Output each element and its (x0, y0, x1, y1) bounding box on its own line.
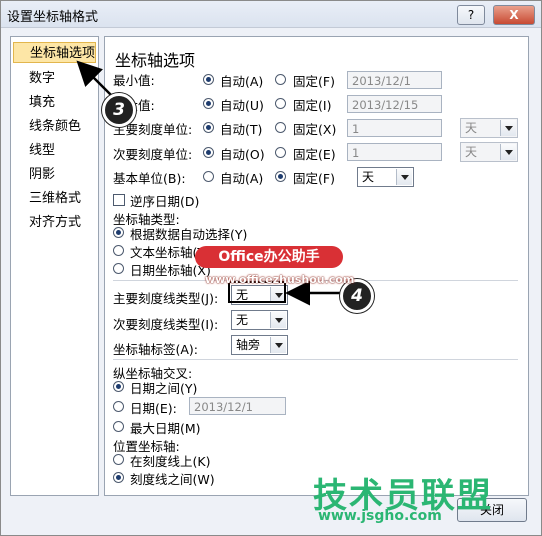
cross-between-dates-radio[interactable] (113, 381, 124, 392)
min-auto-radio[interactable] (203, 74, 214, 85)
category-list: 坐标轴选项 数字 填充 线条颜色 线型 阴影 三维格式 对齐方式 (10, 36, 99, 496)
chevron-down-icon (270, 312, 286, 328)
title-bar: 设置坐标轴格式 ? X (1, 1, 541, 28)
base-unit-auto-label: 自动(A) (220, 171, 264, 186)
nav-fill[interactable]: 填充 (13, 92, 96, 113)
position-between-ticks-label: 刻度线之间(W) (130, 472, 215, 487)
nav-3d-format[interactable]: 三维格式 (13, 188, 96, 209)
minor-unit-value-field[interactable]: 1 (347, 143, 442, 161)
nav-line-style[interactable]: 线型 (13, 140, 96, 161)
base-unit-fixed-radio[interactable] (275, 171, 286, 182)
close-window-button[interactable]: X (493, 5, 535, 25)
cross-max-date-radio[interactable] (113, 421, 124, 432)
minor-tick-type-label: 次要刻度线类型(I): (113, 317, 219, 332)
min-auto-label: 自动(A) (220, 74, 264, 89)
major-tick-type-label: 主要刻度线类型(J): (113, 291, 219, 306)
max-value-field[interactable]: 2013/12/15 (347, 95, 442, 113)
major-unit-value-field[interactable]: 1 (347, 119, 442, 137)
major-unit-fixed-radio[interactable] (275, 122, 286, 133)
nav-number[interactable]: 数字 (13, 68, 96, 89)
major-unit-auto-label: 自动(T) (220, 122, 263, 137)
chevron-down-icon (500, 120, 516, 136)
office-assistant-banner: Office办公助手 (195, 246, 343, 268)
axis-type-auto-label: 根据数据自动选择(Y) (130, 227, 248, 242)
dialog-title: 设置坐标轴格式 (7, 10, 99, 25)
chevron-down-icon (270, 337, 286, 353)
axis-labels-dropdown[interactable]: 轴旁 (231, 335, 288, 355)
max-fixed-radio[interactable] (275, 98, 286, 109)
min-label: 最小值: (113, 73, 155, 88)
position-on-ticks-radio[interactable] (113, 454, 124, 465)
separator (113, 359, 518, 360)
cross-max-date-label: 最大日期(M) (130, 421, 201, 436)
major-unit-dropdown-value: 天 (465, 121, 478, 135)
max-auto-radio[interactable] (203, 98, 214, 109)
position-between-ticks-radio[interactable] (113, 472, 124, 483)
major-unit-dropdown[interactable]: 天 (460, 118, 518, 138)
minor-unit-dropdown[interactable]: 天 (460, 142, 518, 162)
reverse-dates-checkbox[interactable] (113, 194, 125, 206)
position-on-ticks-label: 在刻度线上(K) (130, 454, 211, 469)
cross-between-dates-label: 日期之间(Y) (130, 381, 198, 396)
watermark-url: www.officezhushou.com (205, 273, 355, 286)
min-fixed-radio[interactable] (275, 74, 286, 85)
minor-tick-type-dropdown[interactable]: 无 (231, 310, 288, 330)
help-button[interactable]: ? (457, 5, 485, 25)
chevron-down-icon (500, 144, 516, 160)
step-3-badge: 3 (102, 93, 136, 127)
axis-labels-value: 轴旁 (236, 338, 261, 352)
cross-at-date-label: 日期(E): (130, 401, 177, 416)
nav-alignment[interactable]: 对齐方式 (13, 212, 96, 233)
minor-unit-auto-radio[interactable] (203, 147, 214, 158)
base-unit-fixed-label: 固定(F) (293, 171, 335, 186)
minor-unit-label: 次要刻度单位: (113, 147, 193, 162)
cross-at-date-radio[interactable] (113, 401, 124, 412)
format-axis-dialog: 设置坐标轴格式 ? X 坐标轴选项 数字 填充 线条颜色 线型 阴影 三维格式 … (0, 0, 542, 536)
major-unit-auto-radio[interactable] (203, 122, 214, 133)
site-watermark-url: www.jsgho.com (318, 508, 442, 524)
minor-unit-fixed-label: 固定(E) (293, 147, 336, 162)
panel-heading: 坐标轴选项 (115, 51, 196, 70)
max-auto-label: 自动(U) (220, 98, 264, 113)
axis-type-auto-radio[interactable] (113, 227, 124, 238)
major-unit-fixed-label: 固定(X) (293, 122, 337, 137)
cross-date-field[interactable]: 2013/12/1 (189, 397, 286, 415)
axis-type-text-radio[interactable] (113, 245, 124, 256)
min-fixed-label: 固定(F) (293, 74, 335, 89)
nav-axis-options[interactable]: 坐标轴选项 (13, 42, 96, 63)
min-value-field[interactable]: 2013/12/1 (347, 71, 442, 89)
axis-labels-label: 坐标轴标签(A): (113, 342, 199, 357)
minor-tick-type-value: 无 (236, 313, 249, 327)
max-fixed-label: 固定(I) (293, 98, 332, 113)
nav-shadow[interactable]: 阴影 (13, 164, 96, 185)
base-unit-dropdown-value: 天 (362, 170, 375, 184)
chevron-down-icon (396, 169, 412, 185)
minor-unit-auto-label: 自动(O) (220, 147, 265, 162)
base-unit-auto-radio[interactable] (203, 171, 214, 182)
base-unit-dropdown[interactable]: 天 (357, 167, 414, 187)
minor-unit-dropdown-value: 天 (465, 145, 478, 159)
nav-line-color[interactable]: 线条颜色 (13, 116, 96, 137)
reverse-dates-label: 逆序日期(D) (130, 194, 200, 209)
minor-unit-fixed-radio[interactable] (275, 147, 286, 158)
axis-type-date-radio[interactable] (113, 263, 124, 274)
base-unit-label: 基本单位(B): (113, 171, 186, 186)
